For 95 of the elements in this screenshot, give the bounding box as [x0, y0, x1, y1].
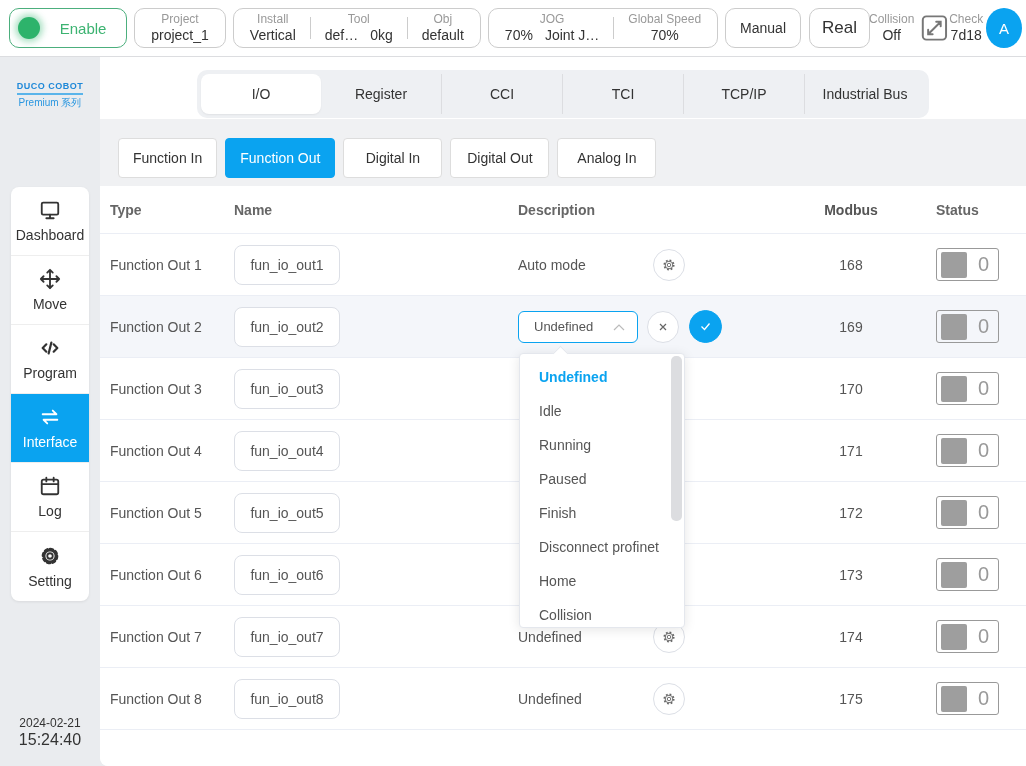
name-field[interactable]: fun_io_out5: [234, 492, 340, 533]
field-value: 0kg: [370, 26, 393, 44]
name-field[interactable]: fun_io_out2: [234, 306, 340, 347]
nav-icon: [39, 475, 61, 497]
time-label: 15:24:40: [18, 730, 82, 750]
field-value: 70%: [650, 26, 679, 44]
field-value: default: [421, 26, 464, 44]
column-header: Modbus: [823, 201, 879, 218]
table-cell: Function Out 1: [110, 256, 202, 273]
settings-icon: [662, 691, 676, 706]
dropdown-option[interactable]: Home: [520, 564, 684, 598]
field-value: 70%: [504, 26, 533, 44]
settings-icon: [662, 629, 676, 644]
scrollbar[interactable]: [671, 356, 682, 521]
table-cell: Function Out 2: [110, 318, 202, 335]
tab[interactable]: Register: [321, 74, 441, 114]
table-cell: 173: [839, 566, 863, 583]
dropdown-option[interactable]: Idle: [520, 394, 684, 428]
tab[interactable]: TCI: [563, 74, 683, 114]
table-cell: Function Out 3: [110, 380, 202, 397]
status-card[interactable]: Project project_1: [134, 8, 226, 48]
nav-icon: [39, 268, 61, 290]
status-card[interactable]: JOG 70% Joint J… Global Speed 70%: [487, 8, 719, 48]
dropdown-option[interactable]: Finish: [520, 496, 684, 530]
field-label: Project: [161, 12, 199, 26]
close-icon: [658, 321, 668, 332]
field-label: Install: [257, 12, 289, 26]
table-cell-text: Undefined: [518, 628, 583, 645]
nav-item[interactable]: Setting: [11, 532, 89, 601]
column-header: Status: [935, 201, 980, 218]
settings-button[interactable]: [653, 682, 685, 715]
caret-icon: [613, 322, 625, 331]
sub-tab[interactable]: Analog In: [557, 138, 657, 178]
check-icon: [700, 322, 711, 331]
tab[interactable]: TCP/IP: [684, 74, 804, 114]
dropdown-option[interactable]: Running: [520, 428, 684, 462]
field-label: Collision: [868, 12, 915, 26]
table-cell: Function Out 7: [110, 628, 202, 645]
table-cell-text: Undefined: [518, 690, 583, 707]
table-cell: Function Out 6: [110, 566, 202, 583]
name-field[interactable]: fun_io_out7: [234, 616, 340, 657]
field-value: project_1: [151, 26, 209, 44]
mode-button[interactable]: Real: [809, 8, 870, 48]
field-label: Tool: [347, 12, 370, 26]
column-header: Name: [234, 201, 274, 218]
field-value: Vertical: [249, 26, 296, 44]
name-field[interactable]: fun_io_out1: [234, 244, 340, 285]
nav-item[interactable]: Log: [11, 463, 89, 532]
field-value: def…: [324, 26, 359, 44]
field-label: Check: [949, 12, 984, 26]
table-cell: 175: [839, 690, 863, 707]
field-value: 7d18: [950, 26, 982, 44]
tab[interactable]: CCI: [442, 74, 562, 114]
nav-item[interactable]: Move: [11, 256, 89, 325]
settings-button[interactable]: [653, 248, 685, 281]
table-cell: Function Out 5: [110, 504, 202, 521]
dropdown-option[interactable]: Paused: [520, 462, 684, 496]
name-field[interactable]: fun_io_out3: [234, 368, 340, 409]
table-cell: 172: [839, 504, 863, 521]
series-label: Premium 系列: [18, 96, 82, 109]
tab[interactable]: I/O: [201, 74, 321, 114]
expand-icon[interactable]: [921, 13, 949, 43]
confirm-button[interactable]: [689, 310, 722, 343]
table-cell-text: Auto mode: [518, 256, 587, 273]
status-card[interactable]: Install Vertical Tool def… 0kg Obj default: [232, 8, 481, 48]
name-field[interactable]: fun_io_out8: [234, 678, 340, 719]
column-header: Description: [518, 201, 596, 218]
field-label: Obj: [433, 12, 453, 26]
sub-tab[interactable]: Function In: [118, 138, 218, 178]
sub-tab[interactable]: Digital In: [343, 138, 443, 178]
nav-icon: [39, 199, 61, 221]
field-value: Joint J…: [544, 26, 600, 44]
table-cell: 174: [839, 628, 863, 645]
nav-item[interactable]: Dashboard: [11, 187, 89, 256]
column-header: Type: [110, 201, 143, 218]
brand-logo: DUCO COBOT: [16, 81, 84, 95]
table-cell: Function Out 4: [110, 442, 202, 459]
table-cell: Function Out 8: [110, 690, 202, 707]
name-field[interactable]: fun_io_out4: [234, 430, 340, 471]
name-field[interactable]: fun_io_out6: [234, 554, 340, 595]
field-label: Global Speed: [628, 12, 702, 26]
description-select[interactable]: Undefined: [518, 310, 638, 343]
table-cell: 171: [839, 442, 863, 459]
dropdown-option[interactable]: Collision: [520, 598, 684, 627]
mode-button[interactable]: Manual: [725, 8, 801, 48]
table-cell: 170: [839, 380, 863, 397]
field-value: Off: [882, 26, 901, 44]
settings-icon: [662, 257, 676, 272]
date-label: 2024-02-21: [19, 716, 81, 730]
field-label: JOG: [539, 12, 565, 26]
sub-tab[interactable]: Digital Out: [450, 138, 550, 178]
tab[interactable]: Industrial Bus: [805, 74, 925, 114]
table-cell: 169: [839, 318, 863, 335]
table-cell: 168: [839, 256, 863, 273]
dropdown-option[interactable]: Disconnect profinet: [520, 530, 684, 564]
